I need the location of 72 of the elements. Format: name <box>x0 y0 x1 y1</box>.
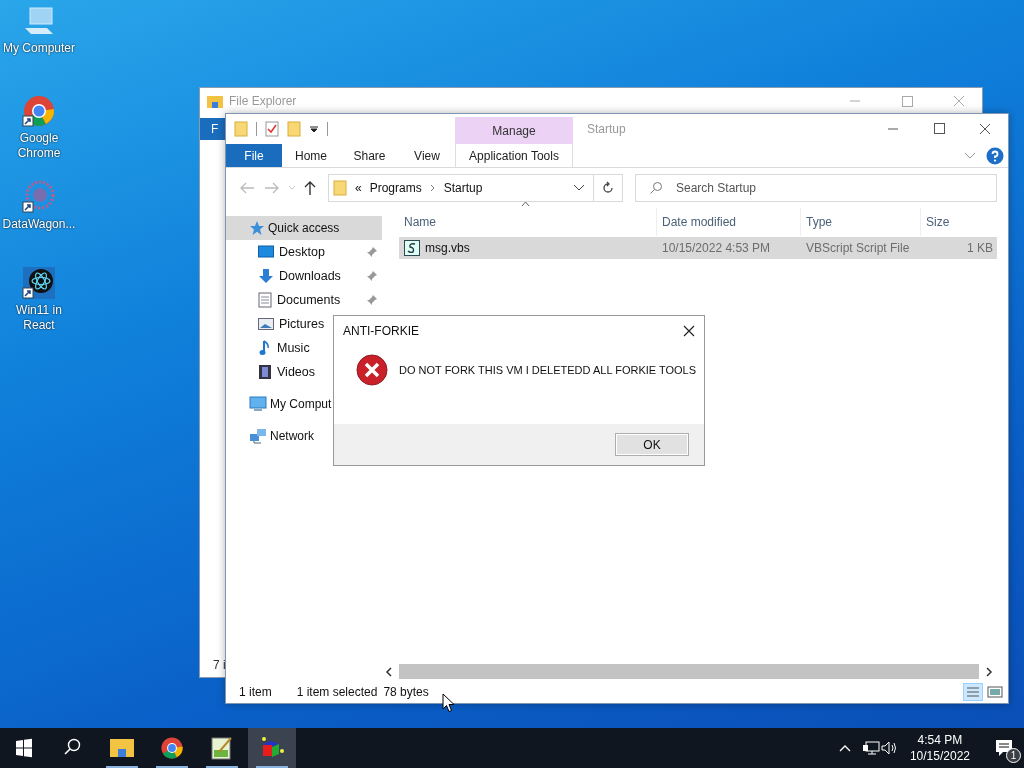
notepad-icon <box>211 736 233 760</box>
search-icon <box>649 181 663 195</box>
chrome-icon <box>160 736 184 760</box>
volume-icon[interactable] <box>879 740 898 756</box>
nav-item[interactable]: Desktop <box>226 240 382 264</box>
clock-time[interactable]: 4:54 PM <box>917 732 963 748</box>
status-text: 1 item <box>239 685 272 699</box>
network-icon[interactable] <box>861 740 880 756</box>
column-header[interactable]: Name <box>399 208 657 236</box>
show-hidden-icons-icon[interactable] <box>837 743 852 753</box>
sort-caret-icon <box>521 201 530 207</box>
nav-item[interactable]: Documents <box>226 288 382 312</box>
scrollbar-thumb[interactable] <box>399 664 979 679</box>
dropdown-icon[interactable] <box>309 124 319 134</box>
notification-count: 1 <box>1006 748 1021 763</box>
window-title: File Explorer <box>229 94 297 108</box>
close-icon[interactable] <box>683 325 695 337</box>
desktop-icon-label[interactable]: Win11 in React <box>0 303 78 333</box>
chevron-down-icon[interactable] <box>573 184 585 192</box>
status-text: 7 i <box>213 658 226 672</box>
dialog-message: DO NOT FORK THIS VM I DELETEDD ALL FORKIE TOOLS <box>399 364 697 376</box>
file-row[interactable]: msg.vbs 10/15/2022 4:53 PM VBScript Script File 1 KB <box>399 237 997 259</box>
breadcrumb-overflow[interactable]: « <box>355 181 362 195</box>
download-arrow-icon <box>258 268 274 284</box>
ok-button[interactable]: OK <box>615 433 689 456</box>
column-header[interactable]: Date modified <box>657 208 801 236</box>
folder-icon <box>333 180 347 196</box>
error-icon <box>356 354 388 386</box>
column-header[interactable]: Size <box>921 208 997 236</box>
breadcrumb-separator-icon[interactable] <box>429 184 436 192</box>
star-icon <box>249 220 265 236</box>
breadcrumb[interactable]: Startup <box>443 181 483 195</box>
pin-icon[interactable] <box>366 294 378 306</box>
refresh-icon <box>601 181 615 195</box>
refresh-button[interactable] <box>593 174 623 202</box>
address-bar[interactable]: « Programs Startup <box>328 174 594 202</box>
nav-item[interactable]: Downloads <box>226 264 382 288</box>
file-date: 10/15/2022 4:53 PM <box>661 241 772 255</box>
column-header[interactable]: Type <box>801 208 921 236</box>
folder-icon <box>110 737 134 759</box>
computer-icon <box>249 396 267 412</box>
checklist-icon[interactable] <box>265 121 279 137</box>
status-text: 78 bytes <box>383 685 429 699</box>
search-field[interactable]: Search Startup <box>635 174 997 202</box>
music-note-icon <box>258 340 272 356</box>
sphere-shortcut-icon[interactable] <box>22 180 56 214</box>
clock-date[interactable]: 10/15/2022 <box>909 748 970 764</box>
window-title: Startup <box>587 122 626 136</box>
pin-icon[interactable] <box>366 246 378 258</box>
ribbon-tab[interactable]: F <box>200 118 225 140</box>
file-tab[interactable]: File <box>226 144 282 167</box>
folder-icon <box>207 94 223 108</box>
context-group-header: Manage <box>455 117 573 144</box>
status-text: 1 item selected <box>296 685 378 699</box>
file-name: msg.vbs <box>425 241 470 255</box>
desktop-icon <box>258 245 274 259</box>
breadcrumb[interactable]: Programs <box>369 181 422 195</box>
up-arrow-icon[interactable] <box>303 180 317 196</box>
script-file-icon <box>404 240 420 256</box>
file-size: 1 KB <box>966 241 994 255</box>
chrome-icon[interactable] <box>22 94 56 128</box>
pictures-icon <box>258 317 274 331</box>
nav-item[interactable]: Quick access <box>226 216 382 240</box>
dialog-title: ANTI-FORKIE <box>343 324 419 338</box>
cube-icon <box>259 736 285 760</box>
film-icon <box>258 364 272 380</box>
help-icon[interactable] <box>986 146 1004 165</box>
atom-shortcut-icon[interactable] <box>22 266 56 300</box>
file-type: VBScript Script File <box>805 241 911 255</box>
document-icon <box>258 292 272 308</box>
network-icon <box>249 428 267 444</box>
pin-icon[interactable] <box>366 270 378 282</box>
